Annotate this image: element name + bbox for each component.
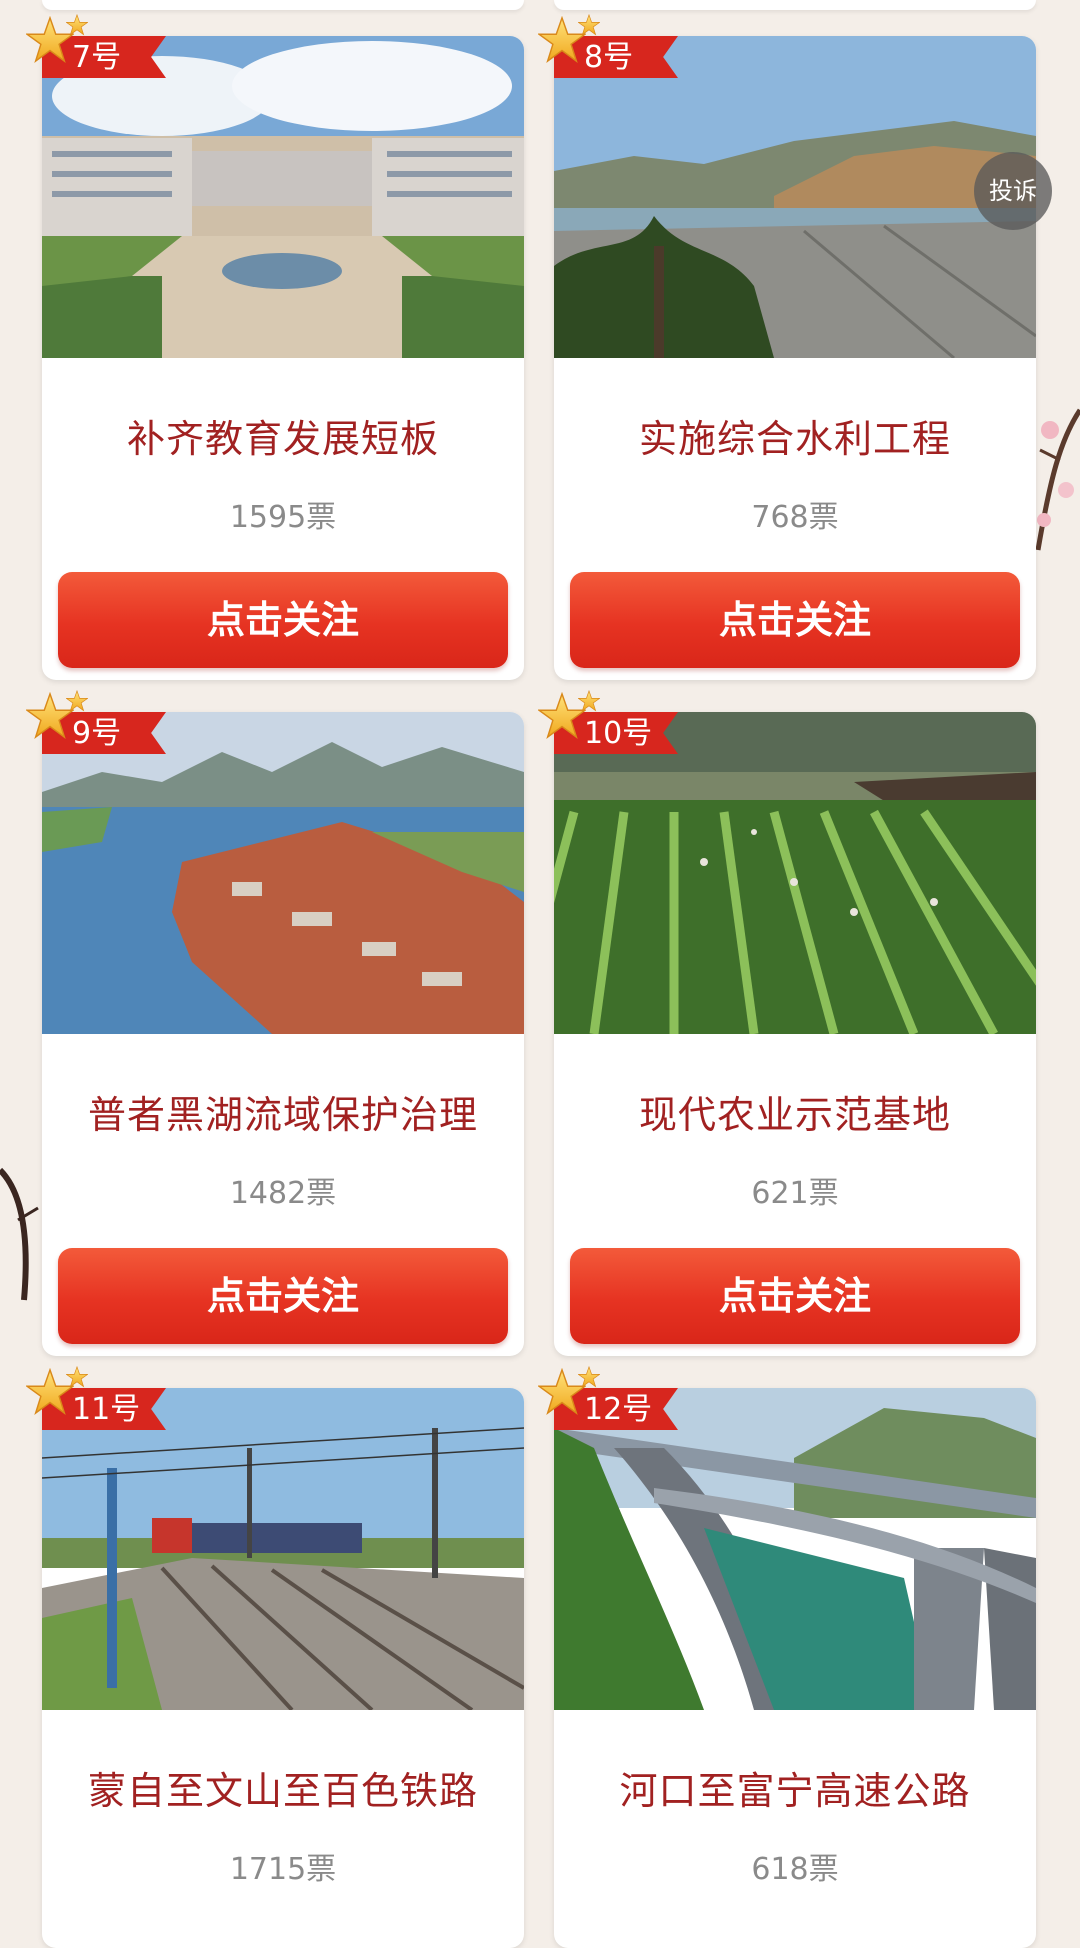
follow-button[interactable]: 点击关注 (570, 1248, 1020, 1344)
vote-card: 10号 现代农业示范基地 621票 点击关注 (538, 690, 1036, 1356)
rank-ribbon: 9号 (26, 690, 176, 754)
card-photo-dam (554, 36, 1036, 358)
vote-count: 618票 (751, 1852, 839, 1887)
vote-card: 8号 实施综合水利工程 768票 点击关注 (538, 14, 1036, 680)
rank-number: 10号 (584, 716, 653, 751)
rank-ribbon: 8号 (538, 14, 688, 78)
project-title: 蒙自至文山至百色铁路 (87, 1769, 478, 1813)
card-photo-highway (554, 1388, 1036, 1710)
project-title: 普者黑湖流域保护治理 (87, 1093, 478, 1137)
rank-ribbon: 12号 (538, 1366, 688, 1430)
vote-card: 11号 蒙自至文山至百色铁路 1715票 (26, 1366, 524, 1948)
rank-number: 11号 (72, 1392, 141, 1427)
vote-count: 1482票 (229, 1176, 337, 1211)
prev-card-bottom-right (554, 0, 1036, 10)
rank-ribbon: 7号 (26, 14, 176, 78)
project-title: 实施综合水利工程 (638, 417, 951, 461)
project-title: 补齐教育发展短板 (126, 417, 439, 461)
complain-button[interactable]: 投诉 (974, 152, 1052, 230)
vote-card: 12号 河口至富宁高速公路 618票 (538, 1366, 1036, 1948)
rank-number: 12号 (584, 1392, 653, 1427)
vote-card: 9号 普者黑湖流域保护治理 1482票 点击关注 (26, 690, 524, 1356)
follow-button[interactable]: 点击关注 (570, 572, 1020, 668)
plum-branch-left (0, 1167, 39, 1301)
card-photo-lake (42, 712, 524, 1034)
card-photo-railway (42, 1388, 524, 1710)
plum-branch-right (1035, 408, 1080, 551)
card-photo-campus (42, 36, 524, 358)
rank-ribbon: 10号 (538, 690, 688, 754)
vote-count: 621票 (751, 1176, 839, 1211)
project-title: 现代农业示范基地 (638, 1093, 951, 1137)
rank-number: 8号 (584, 40, 634, 75)
card-photo-farm (554, 712, 1036, 1034)
vote-count: 768票 (751, 500, 839, 535)
rank-number: 7号 (72, 40, 122, 75)
vote-card: 7号 补齐教育发展短板 1595票 点击关注 (26, 14, 524, 680)
vote-count: 1595票 (229, 500, 337, 535)
rank-number: 9号 (72, 716, 122, 751)
prev-card-bottom-left (42, 0, 524, 10)
follow-button[interactable]: 点击关注 (58, 1248, 508, 1344)
vote-count: 1715票 (229, 1852, 337, 1887)
rank-ribbon: 11号 (26, 1366, 176, 1430)
follow-button[interactable]: 点击关注 (58, 572, 508, 668)
project-title: 河口至富宁高速公路 (619, 1769, 971, 1813)
